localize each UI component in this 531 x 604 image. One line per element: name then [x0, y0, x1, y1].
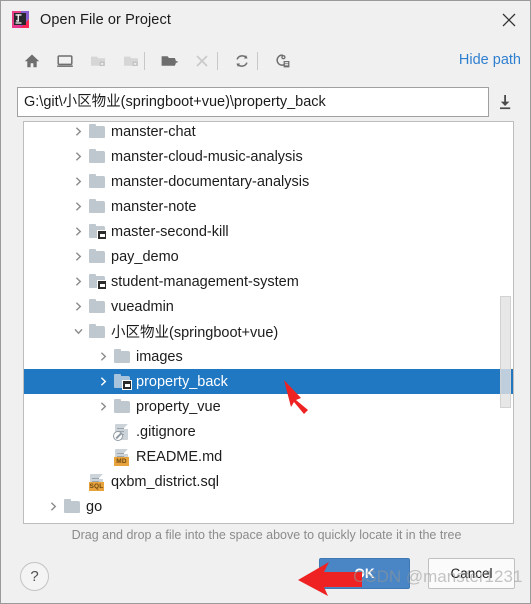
folder-module-icon: [89, 273, 107, 290]
chevron-right-icon[interactable]: [46, 499, 61, 514]
folder-icon: [89, 248, 106, 265]
chevron-down-icon[interactable]: [71, 324, 86, 339]
chevron-right-icon[interactable]: [71, 274, 86, 289]
refresh-icon[interactable]: [229, 48, 255, 74]
tree-row-label: property_vue: [136, 398, 221, 415]
show-hidden-icon[interactable]: [269, 48, 295, 74]
new-folder-icon[interactable]: [156, 48, 182, 74]
toolbar-separator-3: [257, 52, 258, 70]
folder-icon: [114, 348, 131, 365]
folder-icon: [89, 123, 106, 140]
tree-row[interactable]: manster-note: [24, 194, 513, 219]
folder-icon: [89, 148, 106, 165]
tree-row[interactable]: 小区物业(springboot+vue): [24, 319, 513, 344]
file-markdown-icon: MD: [114, 448, 131, 466]
help-button[interactable]: ?: [20, 562, 49, 591]
tree-row[interactable]: MD README.md: [24, 444, 513, 469]
chevron-right-icon[interactable]: [71, 124, 86, 139]
file-tree-panel[interactable]: manster-chat manster-cloud-music-analysis…: [23, 121, 514, 524]
chevron-right-icon[interactable]: [71, 249, 86, 264]
title-bar: Open File or Project: [1, 1, 530, 38]
folder-icon: [64, 498, 81, 515]
hide-path-link[interactable]: Hide path: [459, 52, 521, 68]
tree-row-label: images: [136, 348, 183, 365]
folder-icon: [114, 398, 131, 415]
folder-icon: [89, 298, 106, 315]
tree-row[interactable]: manster-cloud-music-analysis: [24, 144, 513, 169]
tree-row[interactable]: pay_demo: [24, 244, 513, 269]
file-ignored-icon: [113, 423, 131, 441]
tree-row-label: qxbm_district.sql: [111, 473, 219, 490]
tree-row[interactable]: vueadmin: [24, 294, 513, 319]
ok-button[interactable]: OK: [319, 558, 410, 589]
folder-module-icon: [114, 373, 132, 390]
tree-row-label: manster-note: [111, 198, 197, 215]
tree-row[interactable]: manster-documentary-analysis: [24, 169, 513, 194]
file-sql-icon: SQL: [89, 473, 106, 491]
folder-icon: [89, 323, 106, 340]
tree-row[interactable]: property_vue: [24, 394, 513, 419]
file-tree: manster-chat manster-cloud-music-analysis…: [24, 122, 513, 519]
insert-path-icon[interactable]: [494, 91, 516, 113]
tree-row[interactable]: .gitignore: [24, 419, 513, 444]
cancel-button[interactable]: Cancel: [428, 558, 515, 589]
tree-row[interactable]: property_back: [24, 369, 513, 394]
chevron-right-icon[interactable]: [71, 174, 86, 189]
tree-scrollbar-thumb[interactable]: [500, 296, 511, 408]
tree-row[interactable]: images: [24, 344, 513, 369]
tree-row-label: go: [86, 498, 103, 515]
chevron-right-icon[interactable]: [71, 149, 86, 164]
home-icon[interactable]: [19, 48, 45, 74]
folder-icon: [89, 173, 106, 190]
tree-row[interactable]: manster-chat: [24, 122, 513, 144]
drag-drop-hint: Drag and drop a file into the space abov…: [71, 528, 462, 542]
intellij-idea-logo: [11, 10, 30, 29]
tree-row-label: manster-documentary-analysis: [111, 173, 310, 190]
tree-row-label: 小区物业(springboot+vue): [111, 325, 279, 341]
chevron-right-icon[interactable]: [71, 224, 86, 239]
tree-row[interactable]: go: [24, 494, 513, 519]
tree-row-label: manster-cloud-music-analysis: [111, 148, 303, 165]
tree-row-label: master-second-kill: [111, 223, 229, 240]
path-input[interactable]: G:\git\小区物业(springboot+vue)\property_bac…: [17, 87, 489, 117]
folder-icon: [89, 198, 106, 215]
tree-row-label: manster-chat: [111, 123, 196, 140]
tree-row-label: student-management-system: [111, 273, 299, 290]
desktop-icon[interactable]: [52, 48, 78, 74]
path-row: G:\git\小区物业(springboot+vue)\property_bac…: [17, 87, 516, 117]
tree-row[interactable]: student-management-system: [24, 269, 513, 294]
tree-row-label: README.md: [136, 448, 223, 465]
tree-row[interactable]: master-second-kill: [24, 219, 513, 244]
folder-module-icon: [89, 223, 107, 240]
window-title: Open File or Project: [40, 11, 171, 28]
close-icon[interactable]: [486, 1, 530, 38]
folder-up-icon: [85, 48, 111, 74]
navigation-toolbar: Hide path: [1, 45, 530, 79]
tree-row-label: pay_demo: [111, 248, 179, 265]
delete-icon: [189, 48, 215, 74]
tree-row-label: property_back: [136, 373, 228, 390]
chevron-right-icon[interactable]: [96, 374, 111, 389]
tree-row-label: .gitignore: [136, 423, 196, 440]
chevron-right-icon[interactable]: [71, 199, 86, 214]
chevron-right-icon[interactable]: [96, 349, 111, 364]
toolbar-separator-2: [217, 52, 218, 70]
folder-refresh-icon: [118, 48, 144, 74]
tree-scrollbar[interactable]: [500, 122, 511, 523]
tree-row-label: vueadmin: [111, 298, 174, 315]
tree-row[interactable]: SQL qxbm_district.sql: [24, 469, 513, 494]
open-file-or-project-dialog: Open File or Project Hide path G:\git\小区…: [0, 0, 531, 604]
chevron-right-icon[interactable]: [96, 399, 111, 414]
chevron-right-icon[interactable]: [71, 299, 86, 314]
toolbar-separator: [144, 52, 145, 70]
